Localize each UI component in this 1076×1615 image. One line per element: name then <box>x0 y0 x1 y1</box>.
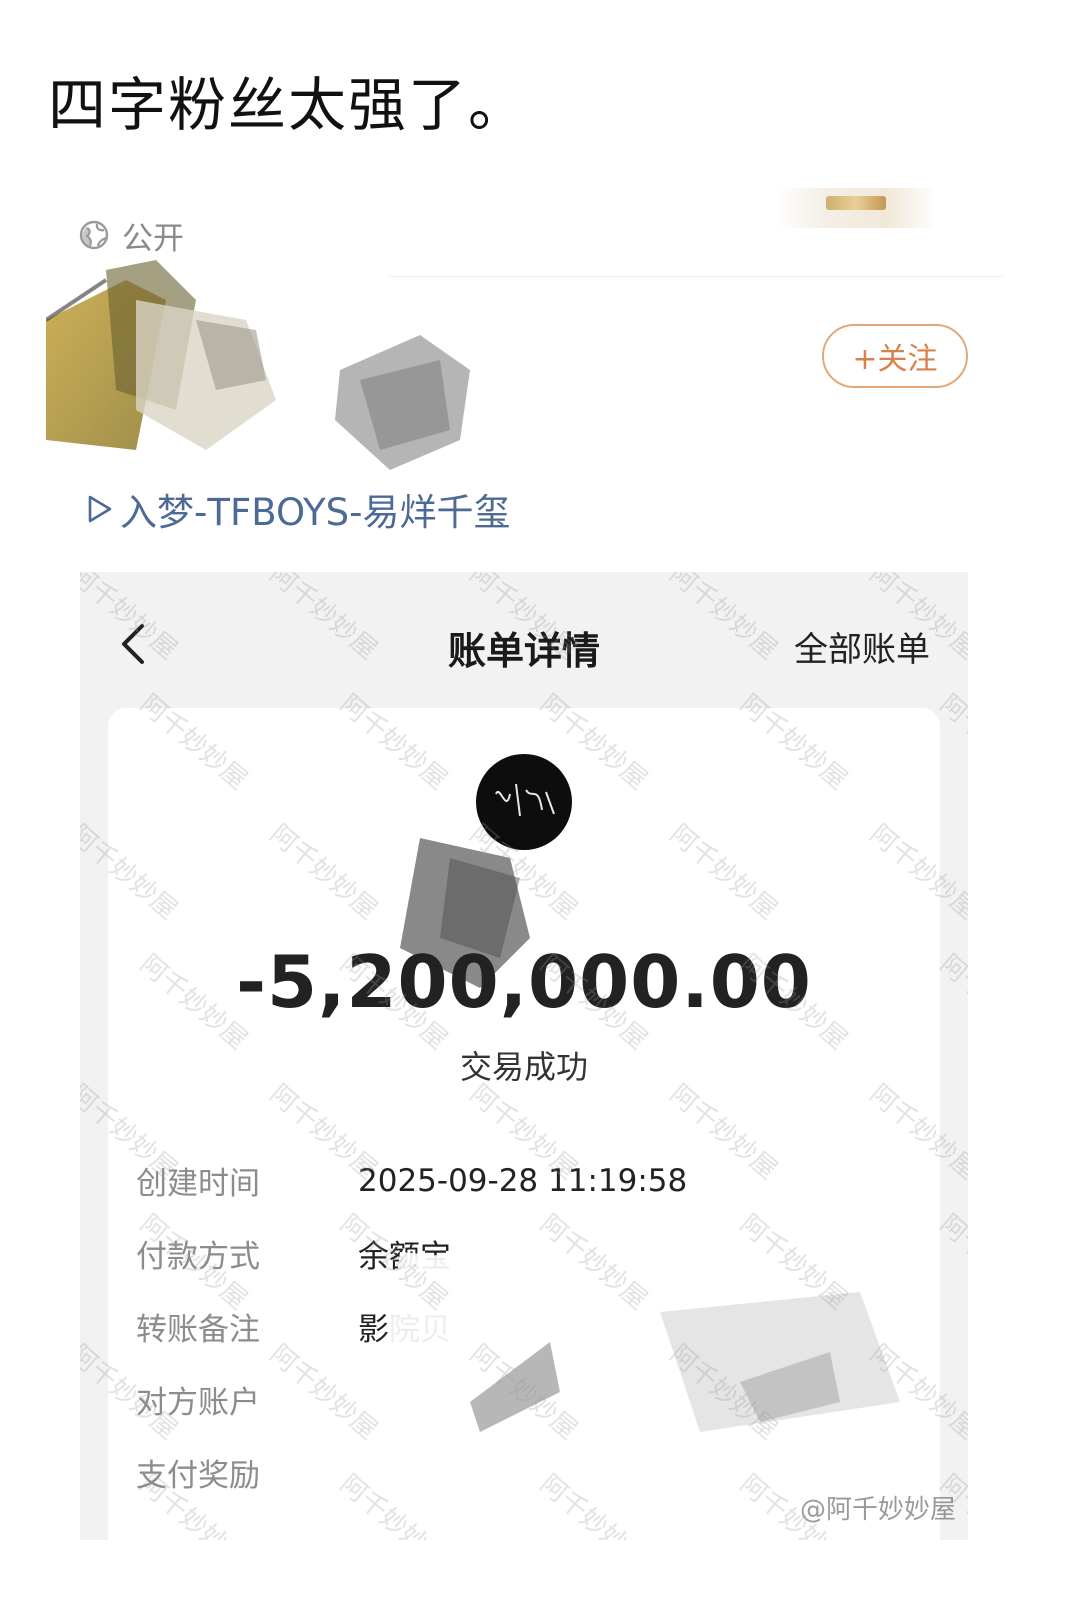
divider <box>390 276 1002 277</box>
detail-label: 创建时间 <box>136 1166 260 1202</box>
music-tag-label: 入梦-TFBOYS-易烊千玺 <box>120 491 511 534</box>
bill-detail-screenshot: 账单详情 全部账单 -5,200,000.00 交易成功 创建时间 2025-0… <box>80 572 968 1540</box>
play-icon <box>88 495 112 523</box>
follow-button[interactable]: +关注 <box>822 324 968 388</box>
detail-label: 对方账户 <box>136 1385 260 1421</box>
detail-label: 转账备注 <box>136 1312 260 1348</box>
detail-value: 2025-09-28 11:19:58 <box>358 1162 688 1199</box>
event-badge-logo <box>776 188 936 228</box>
detail-label: 支付奖励 <box>136 1458 260 1494</box>
detail-row-created-time: 创建时间 2025-09-28 11:19:58 <box>136 1144 936 1217</box>
globe-icon <box>79 220 109 250</box>
page-bottom <box>0 1540 1076 1615</box>
post-screenshot: 四字粉丝太强了。 公开 +关注 入梦-TFBOYS-易烊千玺 账单详情 全部账单… <box>0 0 1076 1615</box>
bill-nav-bar: 账单详情 全部账单 <box>80 572 968 712</box>
music-tag-link[interactable]: 入梦-TFBOYS-易烊千玺 <box>86 486 511 534</box>
transaction-amount: -5,200,000.00 <box>236 940 812 1024</box>
redacted-avatar <box>46 260 276 450</box>
detail-label: 付款方式 <box>136 1239 260 1275</box>
visibility-indicator[interactable]: 公开 <box>78 215 184 257</box>
source-credit: @阿千妙妙屋 <box>800 1489 956 1526</box>
all-bills-link[interactable]: 全部账单 <box>794 622 930 671</box>
post-text: 四字粉丝太强了。 <box>48 71 529 139</box>
transaction-status: 交易成功 <box>459 1048 588 1086</box>
redacted-username <box>335 335 470 470</box>
redacted-details <box>380 1252 900 1432</box>
badge-mark <box>826 196 886 210</box>
credit-text: @阿千妙妙屋 <box>799 1495 956 1525</box>
visibility-label: 公开 <box>122 220 184 257</box>
